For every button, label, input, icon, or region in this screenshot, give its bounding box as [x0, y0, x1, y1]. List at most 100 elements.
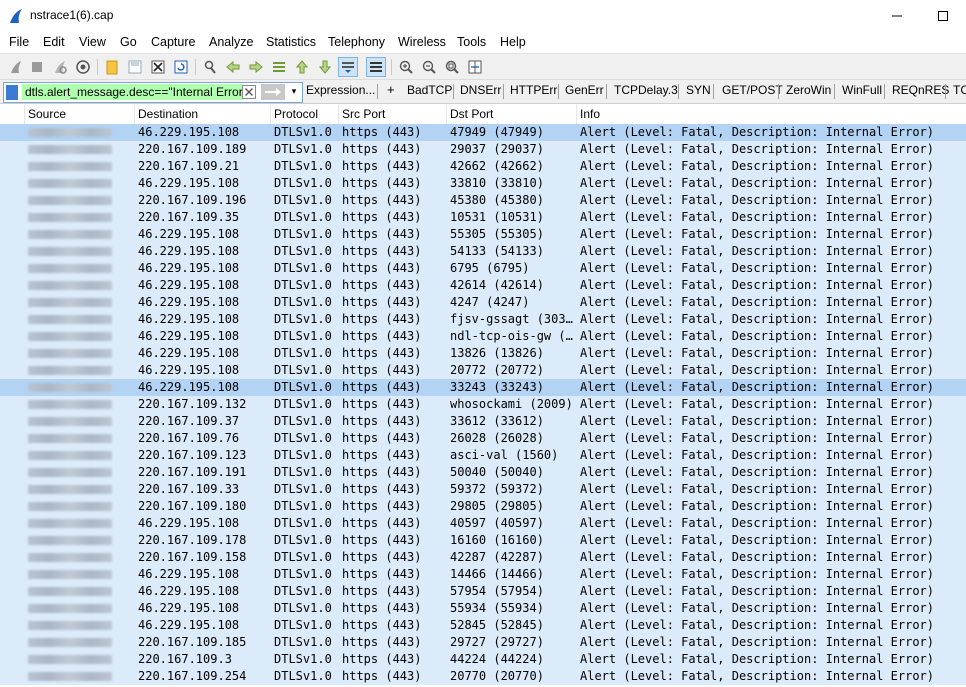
column-header-info[interactable]: Info — [576, 105, 966, 124]
table-row[interactable]: 220.167.109.123 DTLSv1.0 https (443) asci-v… — [0, 447, 966, 464]
zoom-normal-icon[interactable] — [442, 57, 462, 77]
column-header-destination[interactable]: Destination — [134, 105, 270, 124]
menu-capture[interactable]: Capture — [151, 35, 195, 49]
menu-tools[interactable]: Tools — [457, 35, 486, 49]
go-forward-icon[interactable] — [246, 57, 266, 77]
table-row[interactable]: 46.229.195.108 DTLSv1.0 https (443) 52845 (… — [0, 617, 966, 634]
table-row[interactable]: 220.167.109.35 DTLSv1.0 https (443) 10531 (… — [0, 209, 966, 226]
redacted-source-address — [28, 332, 112, 341]
minimize-button[interactable] — [874, 0, 920, 32]
start-capture-icon[interactable] — [6, 57, 26, 77]
table-row[interactable]: 46.229.195.108 DTLSv1.0 https (443) 33243 (… — [0, 379, 966, 396]
restart-capture-icon[interactable] — [50, 57, 70, 77]
table-row[interactable]: 220.167.109.196 DTLSv1.0 https (443) 45380 … — [0, 192, 966, 209]
column-header-dst-port[interactable]: Dst Port — [446, 105, 576, 124]
menu-analyze[interactable]: Analyze — [209, 35, 253, 49]
filter-button-reqnres[interactable]: REQnRES — [892, 83, 949, 97]
filter-button-dnserr[interactable]: DNSErr — [460, 83, 501, 97]
protocol-cell: DTLSv1.0 — [274, 244, 332, 258]
table-row[interactable]: 220.167.109.185 DTLSv1.0 https (443) 29727 … — [0, 634, 966, 651]
table-row[interactable]: 220.167.109.178 DTLSv1.0 https (443) 16160 … — [0, 532, 966, 549]
filter-button-badtcp[interactable]: BadTCP — [407, 83, 452, 97]
table-row[interactable]: 220.167.109.180 DTLSv1.0 https (443) 29805 … — [0, 498, 966, 515]
table-row[interactable]: 46.229.195.108 DTLSv1.0 https (443) 55934 (… — [0, 600, 966, 617]
table-row[interactable]: 220.167.109.21 DTLSv1.0 https (443) 42662 (… — [0, 158, 966, 175]
table-row[interactable]: 220.167.109.254 DTLSv1.0 https (443) 20770 … — [0, 668, 966, 685]
column-header-src-port[interactable]: Src Port — [338, 105, 446, 124]
filter-button-generr[interactable]: GenErr — [565, 83, 604, 97]
add-filter-button[interactable]: + — [387, 82, 395, 97]
table-row[interactable]: 46.229.195.108 DTLSv1.0 https (443) 57954 (… — [0, 583, 966, 600]
destination-cell: 220.167.109.76 — [138, 431, 240, 445]
table-row[interactable]: 46.229.195.108 DTLSv1.0 https (443) 4247 (4… — [0, 294, 966, 311]
table-row[interactable]: 46.229.195.108 DTLSv1.0 https (443) 40597 (… — [0, 515, 966, 532]
redacted-source-address — [28, 434, 112, 443]
table-row[interactable]: 46.229.195.108 DTLSv1.0 https (443) 47949 (… — [0, 124, 966, 141]
table-row[interactable]: 46.229.195.108 DTLSv1.0 https (443) 13826 (… — [0, 345, 966, 362]
table-row[interactable]: 220.167.109.3 DTLSv1.0 https (443) 44224 (4… — [0, 651, 966, 668]
protocol-cell: DTLSv1.0 — [274, 533, 332, 547]
table-row[interactable]: 46.229.195.108 DTLSv1.0 https (443) 6795 (6… — [0, 260, 966, 277]
table-row[interactable]: 46.229.195.108 DTLSv1.0 https (443) 14466 (… — [0, 566, 966, 583]
table-row[interactable]: 220.167.109.37 DTLSv1.0 https (443) 33612 (… — [0, 413, 966, 430]
go-first-icon[interactable] — [292, 57, 312, 77]
resize-columns-icon[interactable] — [465, 57, 485, 77]
maximize-button[interactable] — [920, 0, 966, 32]
reload-file-icon[interactable] — [171, 57, 191, 77]
column-header-protocol[interactable]: Protocol — [270, 105, 338, 124]
table-row[interactable]: 220.167.109.191 DTLSv1.0 https (443) 50040 … — [0, 464, 966, 481]
clear-filter-icon[interactable] — [241, 84, 257, 100]
menu-help[interactable]: Help — [500, 35, 526, 49]
table-row[interactable]: 46.229.195.108 DTLSv1.0 https (443) fjsv-gs… — [0, 311, 966, 328]
table-row[interactable]: 46.229.195.108 DTLSv1.0 https (443) 42614 (… — [0, 277, 966, 294]
filter-button-httperr[interactable]: HTTPErr — [510, 83, 557, 97]
table-row[interactable]: 220.167.109.132 DTLSv1.0 https (443) whosoc… — [0, 396, 966, 413]
table-row[interactable]: 46.229.195.108 DTLSv1.0 https (443) ndl-tcp… — [0, 328, 966, 345]
display-filter-input[interactable]: dtls.alert_message.desc=="Internal Error… — [22, 84, 243, 100]
stop-capture-icon[interactable] — [27, 57, 47, 77]
menu-wireless[interactable]: Wireless — [398, 35, 446, 49]
filter-button-syn[interactable]: SYN — [686, 83, 711, 97]
table-row[interactable]: 46.229.195.108 DTLSv1.0 https (443) 55305 (… — [0, 226, 966, 243]
table-row[interactable]: 220.167.109.33 DTLSv1.0 https (443) 59372 (… — [0, 481, 966, 498]
filter-button-tc[interactable]: TC — [953, 83, 966, 97]
dst-port-cell: 29037 (29037) — [450, 142, 544, 156]
filter-button-winfull[interactable]: WinFull — [842, 83, 882, 97]
open-file-icon[interactable] — [102, 57, 122, 77]
menu-view[interactable]: View — [79, 35, 106, 49]
filter-button-zerowin[interactable]: ZeroWin — [786, 83, 831, 97]
filter-button-getpost[interactable]: GET/POST — [722, 83, 783, 97]
menu-file[interactable]: File — [9, 35, 29, 49]
column-header-source[interactable]: Source — [24, 105, 134, 124]
table-row[interactable]: 46.229.195.108 DTLSv1.0 https (443) 54133 (… — [0, 243, 966, 260]
expression-button[interactable]: Expression... — [306, 83, 375, 97]
menu-go[interactable]: Go — [120, 35, 137, 49]
zoom-out-icon[interactable] — [419, 57, 439, 77]
menu-telephony[interactable]: Telephony — [328, 35, 385, 49]
apply-filter-icon[interactable] — [261, 84, 285, 100]
filter-bookmark-icon[interactable] — [6, 85, 18, 100]
go-last-icon[interactable] — [315, 57, 335, 77]
table-row[interactable]: 220.167.109.189 DTLSv1.0 https (443) 29037 … — [0, 141, 966, 158]
menu-statistics[interactable]: Statistics — [266, 35, 316, 49]
filter-history-dropdown-icon[interactable]: ▾ — [288, 85, 300, 99]
go-back-icon[interactable] — [223, 57, 243, 77]
zoom-in-icon[interactable] — [396, 57, 416, 77]
save-file-icon[interactable] — [125, 57, 145, 77]
menu-edit[interactable]: Edit — [43, 35, 65, 49]
go-to-packet-icon[interactable] — [269, 57, 289, 77]
table-row[interactable]: 220.167.109.76 DTLSv1.0 https (443) 26028 (… — [0, 430, 966, 447]
table-row[interactable]: 46.229.195.108 DTLSv1.0 https (443) 33810 (… — [0, 175, 966, 192]
protocol-cell: DTLSv1.0 — [274, 295, 332, 309]
close-file-icon[interactable] — [148, 57, 168, 77]
find-packet-icon[interactable] — [200, 57, 220, 77]
table-row[interactable]: 46.229.195.108 DTLSv1.0 https (443) 20772 (… — [0, 362, 966, 379]
table-row[interactable]: 220.167.109.158 DTLSv1.0 https (443) 42287 … — [0, 549, 966, 566]
redacted-source-address — [28, 468, 112, 477]
colorize-icon[interactable] — [366, 57, 386, 77]
info-cell: Alert (Level: Fatal, Description: Intern… — [580, 499, 935, 513]
redacted-source-address — [28, 621, 112, 630]
filter-button-tcpdelay[interactable]: TCPDelay.3 — [614, 83, 678, 97]
autoscroll-icon[interactable] — [338, 57, 358, 77]
capture-options-icon[interactable] — [73, 57, 93, 77]
